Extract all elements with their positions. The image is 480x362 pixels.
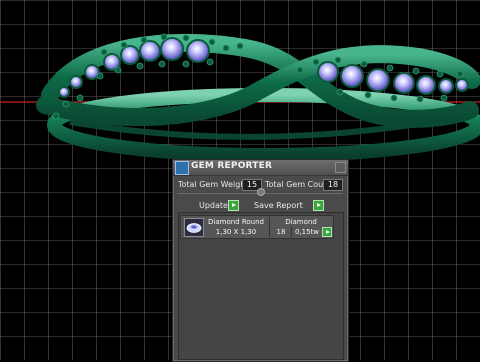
panel-title: GEM REPORTER bbox=[191, 161, 273, 171]
close-icon[interactable] bbox=[335, 162, 346, 173]
update-label: Update bbox=[199, 201, 228, 210]
gem-material: Diamond bbox=[269, 217, 332, 227]
gem-weight: 0,15tw bbox=[291, 227, 322, 237]
gem-count: 18 bbox=[269, 227, 292, 237]
gem-name: Diamond Round bbox=[208, 218, 264, 226]
section-expander-icon[interactable] bbox=[257, 188, 265, 196]
total-gem-count-label: Total Gem Count bbox=[265, 180, 332, 189]
gem-reporter-icon bbox=[175, 161, 189, 175]
diamond-round-icon bbox=[184, 218, 204, 237]
total-gem-count-value: 18 bbox=[323, 179, 343, 191]
total-gem-weight-label: Total Gem Weight bbox=[178, 180, 249, 189]
gem-size: 1,30 X 1,30 bbox=[215, 228, 257, 236]
panel-titlebar[interactable]: GEM REPORTER bbox=[173, 160, 348, 176]
save-report-label: Save Report bbox=[254, 201, 303, 210]
save-report-button[interactable] bbox=[313, 200, 324, 211]
gem-list-item[interactable]: Diamond Round Diamond 1,30 X 1,30 18 0,1… bbox=[180, 215, 334, 239]
update-button[interactable] bbox=[228, 200, 239, 211]
gem-item-select-button[interactable] bbox=[322, 227, 332, 237]
gem-reporter-panel[interactable]: GEM REPORTER Total Gem Weight 15 Total G… bbox=[172, 159, 349, 362]
gem-list[interactable]: Diamond Round Diamond 1,30 X 1,30 18 0,1… bbox=[178, 212, 344, 360]
